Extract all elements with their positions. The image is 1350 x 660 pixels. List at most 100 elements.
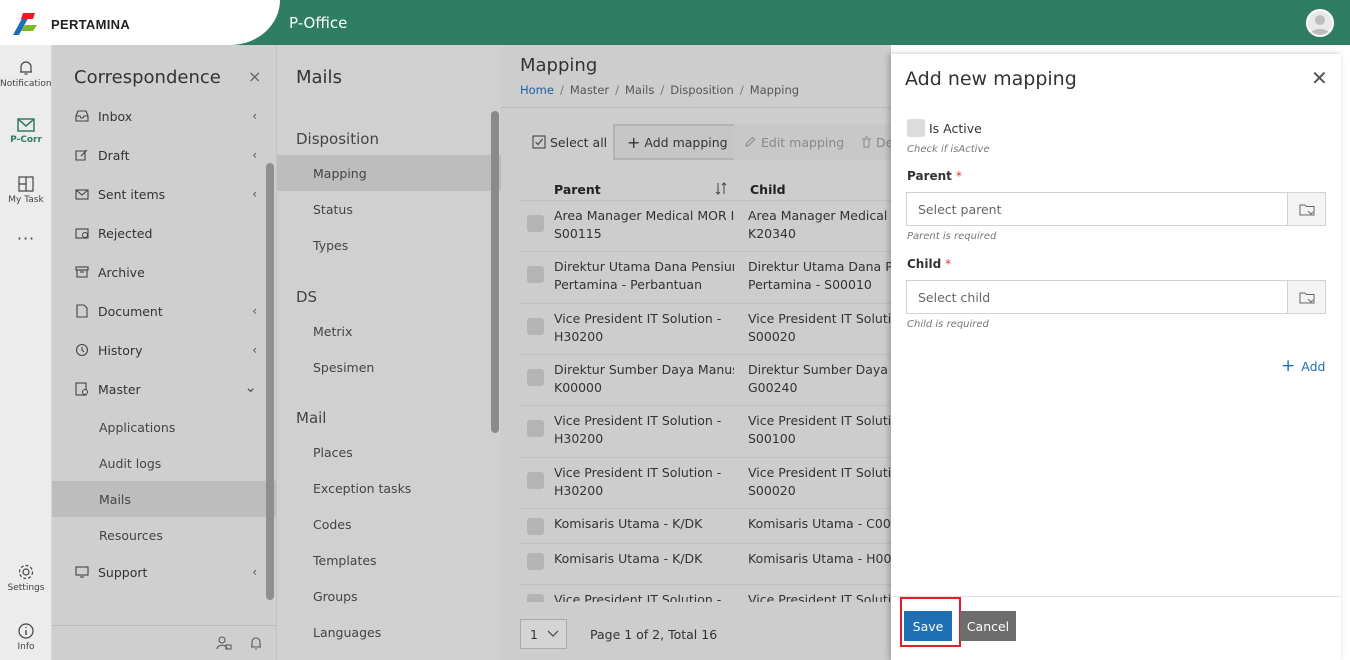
sidebar-item-support[interactable]: Support ‹ bbox=[52, 554, 267, 590]
page-title: Mapping bbox=[520, 55, 598, 76]
close-icon[interactable]: ✕ bbox=[1311, 66, 1328, 90]
task-grid-icon bbox=[18, 176, 34, 192]
rail-settings-label: Settings bbox=[7, 583, 45, 593]
mails-item-exception-tasks[interactable]: Exception tasks bbox=[277, 470, 492, 506]
bell-icon[interactable] bbox=[248, 635, 264, 651]
mails-item-metrix[interactable]: Metrix bbox=[277, 313, 492, 349]
mails-panel: Mails Disposition Mapping Status Types D… bbox=[276, 45, 502, 660]
add-mapping-button[interactable]: + Add mapping bbox=[613, 124, 742, 160]
sort-icon[interactable] bbox=[715, 182, 727, 195]
logo-area: PERTAMINA bbox=[0, 0, 280, 45]
sidebar-subitem-resources[interactable]: Resources bbox=[52, 517, 267, 553]
mails-item-mapping[interactable]: Mapping bbox=[277, 155, 502, 191]
sidebar-subitem-audit-logs[interactable]: Audit logs bbox=[52, 445, 267, 481]
chevron-left-icon: ‹ bbox=[252, 187, 257, 201]
sidebar-item-history[interactable]: History ‹ bbox=[52, 332, 267, 368]
folder-picker-icon[interactable] bbox=[1287, 193, 1325, 225]
child-field[interactable]: Select child bbox=[906, 280, 1326, 314]
table-row[interactable]: Vice President IT Solution - Vice Preside… bbox=[520, 584, 891, 602]
breadcrumb-item[interactable]: Master bbox=[570, 83, 609, 97]
mails-item-types[interactable]: Types bbox=[277, 227, 492, 263]
folder-picker-icon[interactable] bbox=[1287, 281, 1325, 313]
select-all-button[interactable]: Select all bbox=[532, 124, 607, 160]
rail-settings[interactable]: Settings bbox=[0, 563, 52, 593]
breadcrumb-item[interactable]: Mails bbox=[625, 83, 654, 97]
column-header-parent[interactable]: Parent bbox=[554, 182, 601, 197]
row-checkbox[interactable] bbox=[527, 215, 544, 232]
rail-notifications-label: Notifications bbox=[0, 79, 57, 89]
sidebar-item-archive[interactable]: Archive bbox=[52, 254, 267, 290]
table-row[interactable]: Vice President IT Solution - H30200 Vice P… bbox=[520, 405, 891, 457]
child-placeholder: Select child bbox=[918, 289, 991, 305]
edit-mapping-label: Edit mapping bbox=[761, 134, 845, 150]
table-row[interactable]: Direktur Sumber Daya Manusia -K00000 Dire… bbox=[520, 354, 891, 405]
sidebar-item-sent[interactable]: Sent items ‹ bbox=[52, 176, 267, 212]
breadcrumb: Home / Master / Mails / Disposition / Mapping bbox=[520, 83, 800, 97]
table-row[interactable]: Komisaris Utama - K/DK Komisaris Utama - … bbox=[520, 508, 891, 543]
sidebar-item-master[interactable]: Master ⌄ bbox=[52, 371, 267, 407]
parent-field[interactable]: Select parent bbox=[906, 192, 1326, 226]
chevron-left-icon: ‹ bbox=[252, 109, 257, 123]
delete-mapping-button[interactable]: De bbox=[851, 124, 891, 160]
is-active-label[interactable]: Is Active bbox=[929, 121, 982, 136]
is-active-checkbox[interactable] bbox=[907, 119, 925, 137]
rail-mytask[interactable]: My Task bbox=[0, 175, 52, 205]
column-header-child[interactable]: Child bbox=[750, 182, 786, 197]
sidebar-item-inbox[interactable]: Inbox ‹ bbox=[52, 98, 267, 134]
sidebar-item-rejected[interactable]: Rejected bbox=[52, 215, 267, 251]
mails-item-status[interactable]: Status bbox=[277, 191, 492, 227]
cancel-button[interactable]: Cancel bbox=[960, 611, 1016, 641]
row-checkbox[interactable] bbox=[527, 369, 544, 386]
row-checkbox[interactable] bbox=[527, 594, 544, 602]
sidebar-subitem-mails[interactable]: Mails bbox=[52, 481, 276, 517]
child-cell: Vice President IT Solution - bbox=[748, 592, 891, 602]
child-cell: Area Manager Medical MOK20340 bbox=[748, 208, 891, 241]
save-button[interactable]: Save bbox=[904, 611, 952, 641]
mails-item-groups[interactable]: Groups bbox=[277, 578, 492, 614]
user-switch-icon[interactable] bbox=[216, 635, 232, 651]
breadcrumb-item[interactable]: Disposition bbox=[670, 83, 734, 97]
row-checkbox[interactable] bbox=[527, 553, 544, 570]
row-checkbox[interactable] bbox=[527, 266, 544, 283]
breadcrumb-home[interactable]: Home bbox=[520, 83, 554, 97]
rail-notifications[interactable]: Notifications bbox=[0, 59, 56, 89]
mails-item-places[interactable]: Places bbox=[277, 434, 492, 470]
add-mapping-label: Add mapping bbox=[644, 134, 728, 150]
sidebar-item-document[interactable]: Document ‹ bbox=[52, 293, 267, 329]
sidebar-item-draft[interactable]: Draft ‹ bbox=[52, 137, 267, 173]
mails-item-spesimen[interactable]: Spesimen bbox=[277, 349, 492, 385]
table-row[interactable]: Vice President IT Solution - H30200 Vice P… bbox=[520, 303, 891, 354]
mails-panel-scrollbar[interactable] bbox=[491, 111, 499, 433]
header-divider bbox=[501, 107, 891, 108]
sidebar-subitem-applications[interactable]: Applications bbox=[52, 409, 267, 445]
sidebar-scrollbar[interactable] bbox=[266, 163, 274, 600]
child-cell: Vice President IT Solution -S00020 bbox=[748, 465, 891, 498]
sidebar-close-icon[interactable]: × bbox=[248, 67, 261, 86]
rail-pcorr[interactable]: P-Corr bbox=[0, 117, 52, 145]
chevron-left-icon: ‹ bbox=[252, 304, 257, 318]
table-row[interactable]: Direktur Utama Dana Pensiun Pertamina - P… bbox=[520, 251, 891, 303]
table-row[interactable]: Area Manager Medical MOR III - S00115 Area… bbox=[520, 200, 891, 251]
rail-info[interactable]: Info bbox=[0, 622, 52, 652]
row-checkbox[interactable] bbox=[527, 518, 544, 535]
sent-icon bbox=[74, 186, 90, 202]
chevron-left-icon: ‹ bbox=[252, 148, 257, 162]
top-bar: PERTAMINA P-Office bbox=[0, 0, 1350, 45]
correspondence-sidebar: Correspondence × Inbox ‹ Draft ‹ Sent it… bbox=[52, 45, 276, 660]
mails-item-codes[interactable]: Codes bbox=[277, 506, 492, 542]
mails-group-disposition: Disposition bbox=[296, 130, 379, 148]
row-checkbox[interactable] bbox=[527, 420, 544, 437]
table-row[interactable]: Vice President IT Solution - H30200 Vice P… bbox=[520, 457, 891, 508]
rail-more[interactable]: ··· bbox=[0, 229, 52, 248]
row-checkbox[interactable] bbox=[527, 318, 544, 335]
edit-mapping-button[interactable]: Edit mapping bbox=[734, 124, 855, 160]
mails-item-templates[interactable]: Templates bbox=[277, 542, 492, 578]
mails-group-ds: DS bbox=[296, 288, 318, 306]
row-checkbox[interactable] bbox=[527, 472, 544, 489]
page-select[interactable]: 1 bbox=[520, 619, 567, 649]
mails-item-languages[interactable]: Languages bbox=[277, 614, 492, 650]
user-avatar[interactable] bbox=[1306, 9, 1334, 37]
sidebar-title: Correspondence bbox=[74, 67, 221, 88]
table-row[interactable]: Komisaris Utama - K/DK Komisaris Utama - … bbox=[520, 543, 891, 584]
add-link[interactable]: + Add bbox=[1281, 356, 1325, 376]
